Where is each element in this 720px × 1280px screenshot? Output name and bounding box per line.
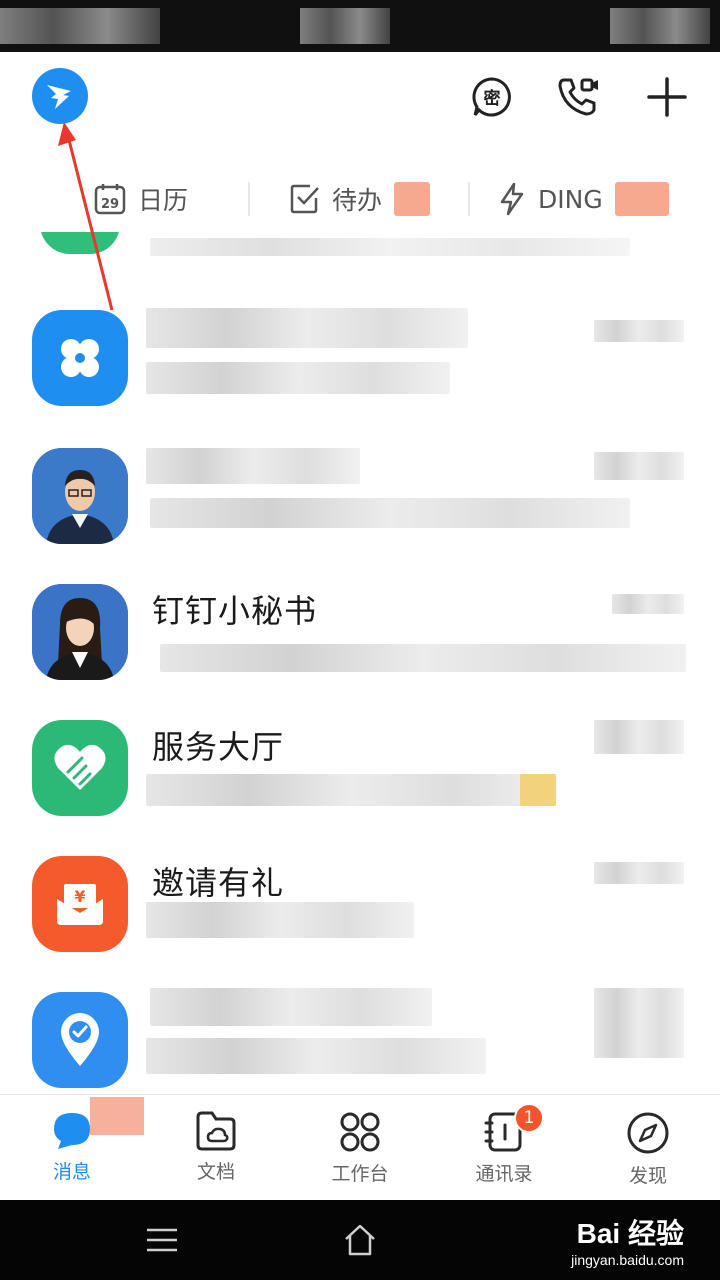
status-blur xyxy=(300,8,390,44)
todo-icon xyxy=(290,184,319,214)
plus-icon[interactable] xyxy=(644,74,690,120)
quick-tab-label: 待办 xyxy=(332,186,383,215)
tab-label: 发现 xyxy=(628,1165,667,1187)
blurred-time xyxy=(594,320,684,342)
tab-messages[interactable]: 消息 xyxy=(0,1095,144,1201)
blurred-text xyxy=(146,362,450,394)
compass-icon xyxy=(627,1112,669,1154)
blurred-text xyxy=(146,308,468,348)
dingtalk-logo-icon[interactable] xyxy=(32,68,88,124)
menu-icon[interactable] xyxy=(142,1220,182,1260)
message-icon xyxy=(54,1113,90,1149)
watermark-url: jingyan.baidu.com xyxy=(571,1252,684,1268)
quick-tab-calendar[interactable]: 29 日历 xyxy=(94,168,188,230)
heart-hand-icon xyxy=(32,720,128,816)
ding-icon xyxy=(500,182,524,216)
count-badge-blurred xyxy=(614,182,669,216)
clover-app-icon xyxy=(32,310,128,406)
red-envelope-icon: ¥ xyxy=(32,856,128,952)
quick-tab-todo[interactable]: 待办 xyxy=(290,168,431,230)
tab-workbench[interactable]: 工作台 xyxy=(288,1095,432,1201)
count-badge-blurred xyxy=(394,182,431,216)
conversation-title: 邀请有礼 xyxy=(152,864,285,902)
blurred-text xyxy=(146,448,360,484)
tab-discover[interactable]: 发现 xyxy=(576,1095,720,1201)
blurred-text xyxy=(150,238,630,256)
quick-tabs: 29 日历 待办 DING xyxy=(0,168,720,230)
blurred-time xyxy=(594,720,684,754)
divider xyxy=(248,182,250,216)
tab-contacts[interactable]: 1 通讯录 xyxy=(432,1095,576,1201)
status-blur xyxy=(610,8,710,44)
blurred-text xyxy=(146,902,414,938)
conversation-row[interactable]: 钉钉小秘书 xyxy=(0,564,720,698)
conversation-title: 钉钉小秘书 xyxy=(152,592,318,630)
workbench-grid-icon xyxy=(340,1112,380,1152)
blurred-time xyxy=(594,988,684,1058)
conversation-list: 钉钉小秘书 服务大厅 ¥ 邀请有礼 xyxy=(0,232,720,1094)
watermark-brand: Bai 经验 xyxy=(576,1218,684,1249)
conversation-row[interactable] xyxy=(0,428,720,562)
bottom-tab-bar: 消息 文档 工作台 1 通讯录 发现 xyxy=(0,1094,720,1200)
svg-text:¥: ¥ xyxy=(74,887,85,906)
conversation-row[interactable] xyxy=(0,972,720,1094)
blurred-text xyxy=(150,988,432,1026)
blurred-text xyxy=(160,644,686,672)
quick-tab-label: DING xyxy=(538,184,603,214)
top-header: 密 xyxy=(0,52,720,148)
svg-text:密: 密 xyxy=(484,88,501,109)
status-bar xyxy=(0,0,720,52)
tab-docs[interactable]: 文档 xyxy=(144,1095,288,1201)
blurred-emoji xyxy=(520,774,556,806)
tab-label: 消息 xyxy=(52,1161,91,1183)
tab-label: 通讯录 xyxy=(475,1163,533,1185)
conversation-row[interactable]: ¥ 邀请有礼 xyxy=(0,836,720,970)
divider xyxy=(468,182,470,216)
conversation-row[interactable] xyxy=(0,290,720,424)
tab-label: 文档 xyxy=(196,1161,235,1183)
person-avatar-female xyxy=(32,584,128,680)
home-icon[interactable] xyxy=(340,1220,380,1260)
status-blur xyxy=(0,8,160,44)
watermark: Bai 经验 jingyan.baidu.com xyxy=(571,1212,684,1268)
conversation-row[interactable]: 服务大厅 xyxy=(0,700,720,834)
video-call-icon[interactable] xyxy=(556,74,602,120)
blurred-badge xyxy=(90,1097,144,1135)
blurred-time xyxy=(594,862,684,884)
docs-folder-icon xyxy=(196,1111,236,1151)
calendar-icon: 29 xyxy=(94,184,126,215)
tab-label: 工作台 xyxy=(331,1163,389,1185)
blurred-text xyxy=(150,498,630,528)
blurred-time xyxy=(612,594,684,614)
partial-avatar xyxy=(40,232,120,254)
notification-badge: 1 xyxy=(514,1103,544,1133)
person-avatar-male xyxy=(32,448,128,544)
location-check-icon xyxy=(32,992,128,1088)
quick-tab-label: 日历 xyxy=(138,186,189,215)
system-nav-bar: Bai 经验 jingyan.baidu.com xyxy=(0,1200,720,1280)
conversation-title: 服务大厅 xyxy=(152,728,285,766)
blurred-text xyxy=(146,774,556,806)
svg-text:29: 29 xyxy=(101,197,119,212)
secret-chat-icon[interactable]: 密 xyxy=(469,74,515,120)
quick-tab-ding[interactable]: DING xyxy=(498,168,669,230)
blurred-text xyxy=(146,1038,486,1074)
blurred-time xyxy=(594,452,684,480)
